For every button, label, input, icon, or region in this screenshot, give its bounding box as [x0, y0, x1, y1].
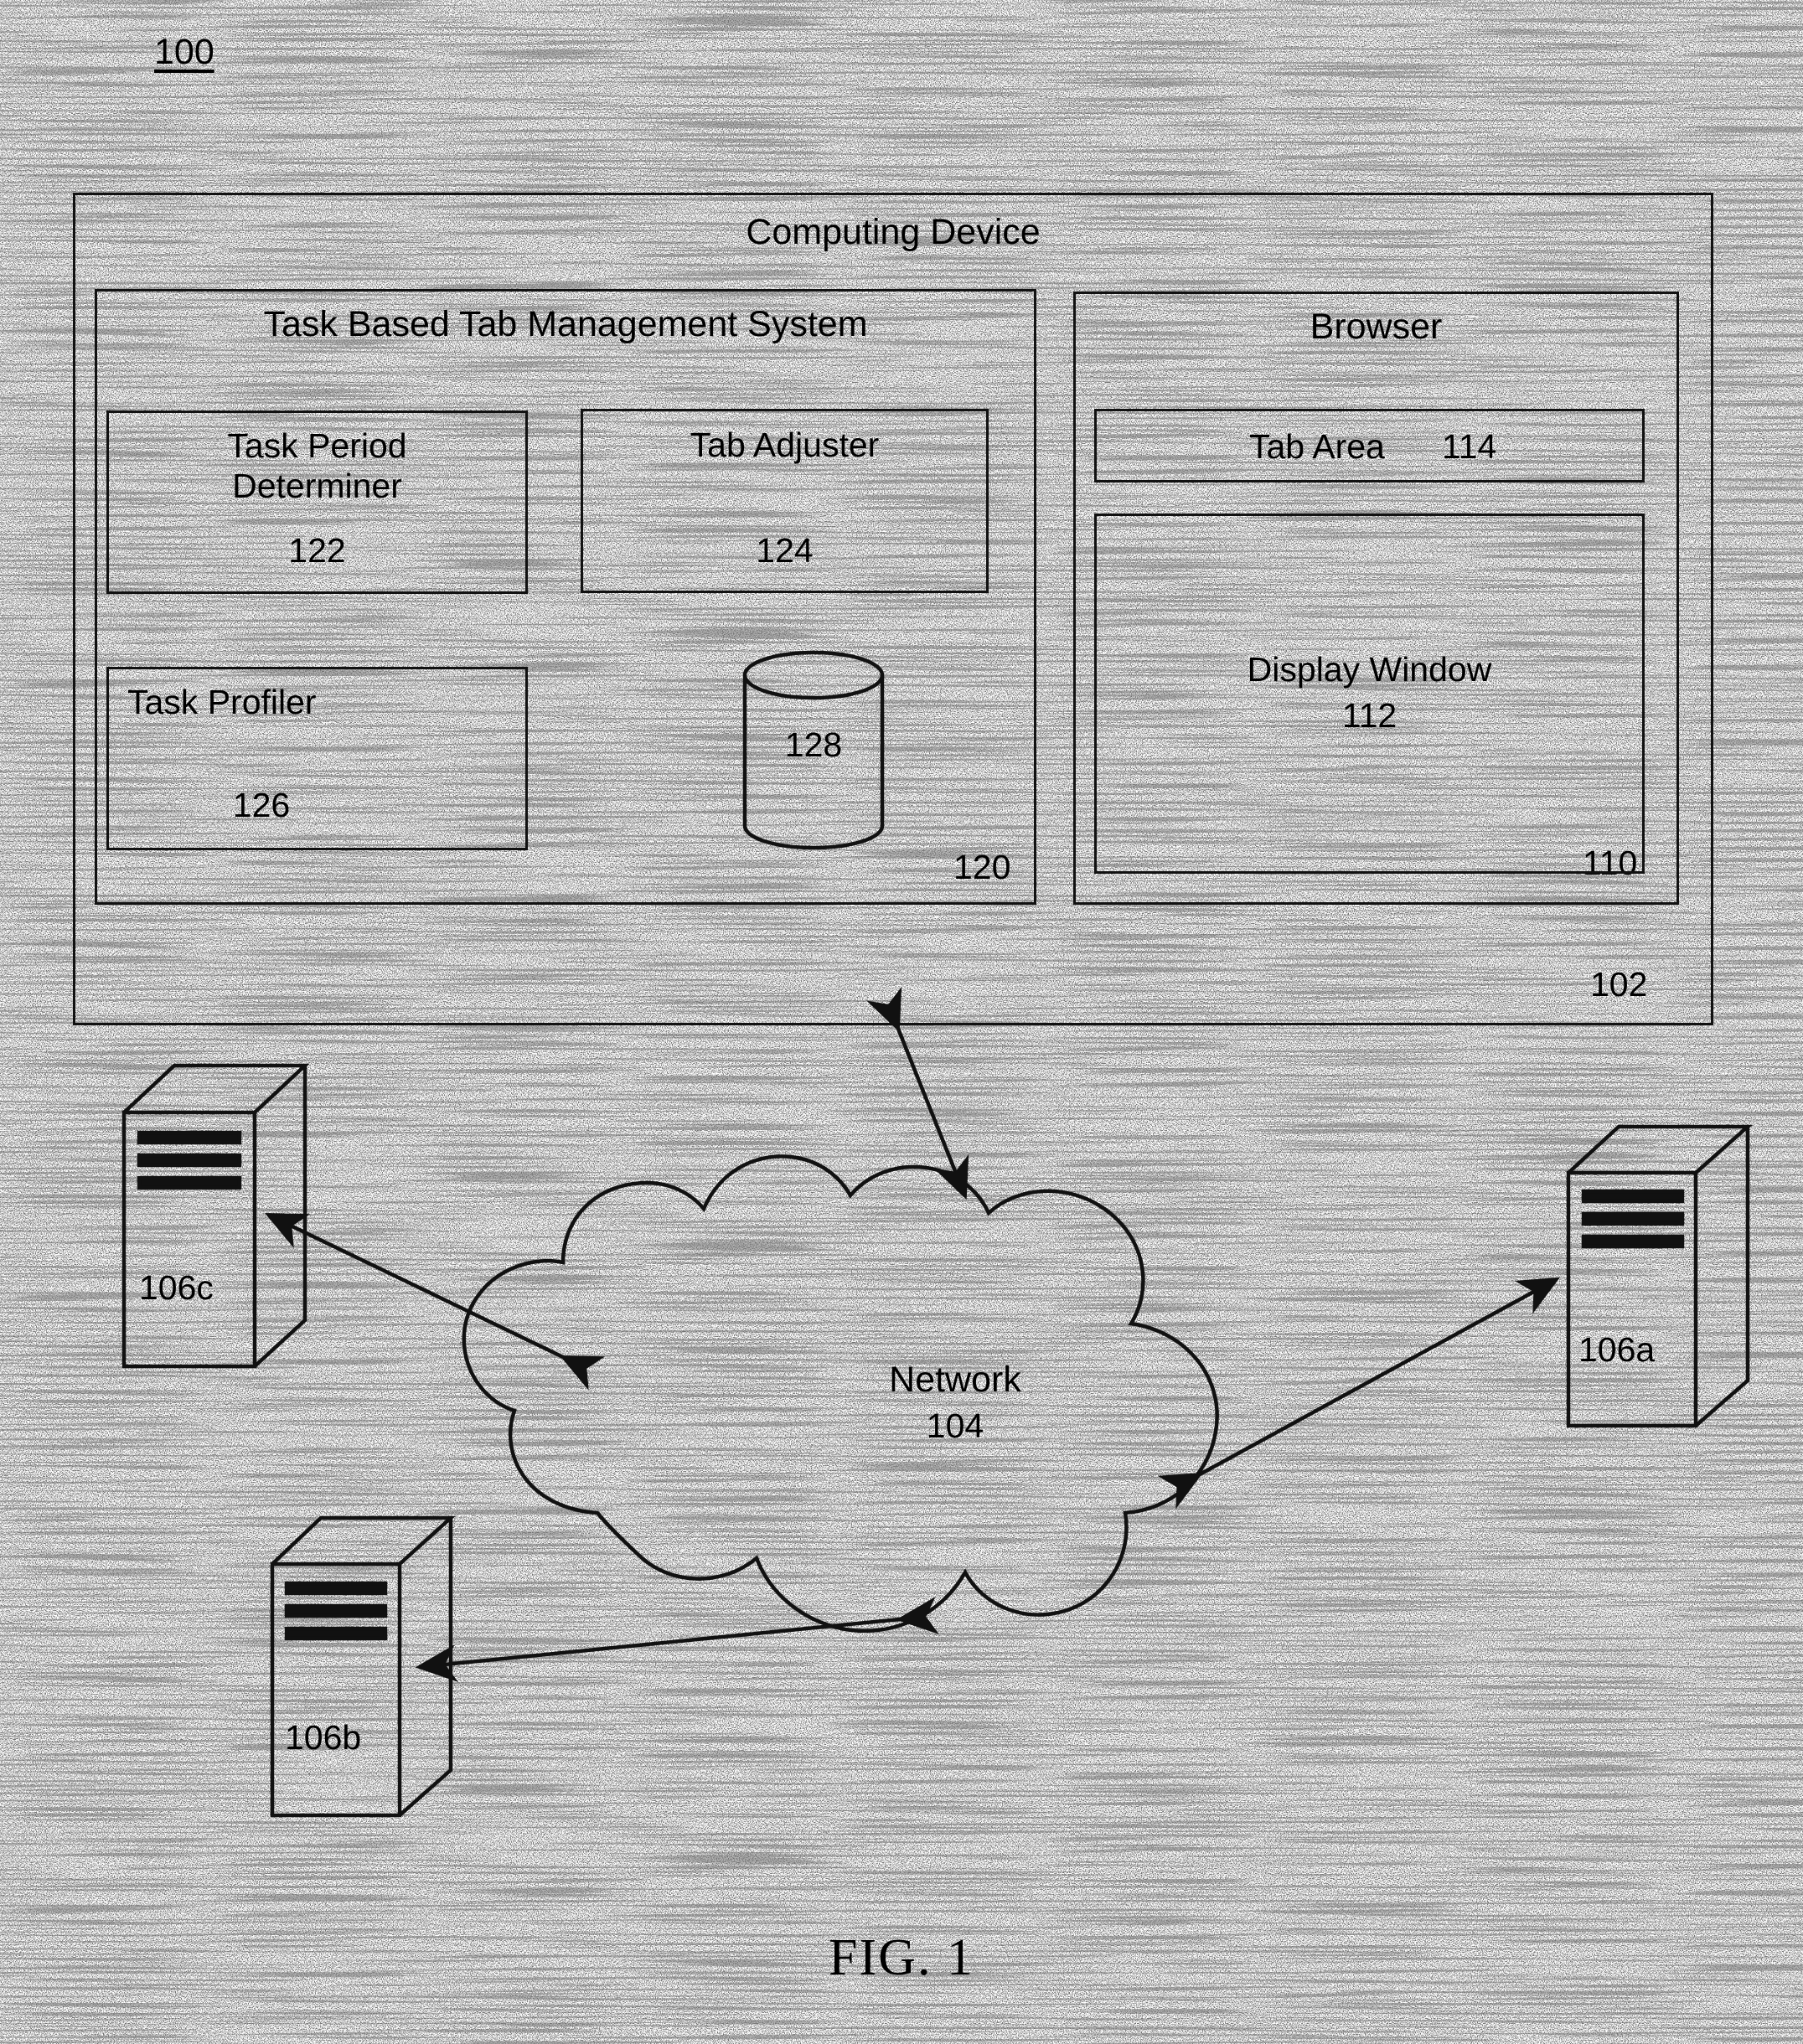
server-106c-ref: 106c [139, 1268, 214, 1307]
network-label: Network [889, 1360, 1021, 1400]
patent-figure-page: 100 Computing Device 102 Task Based Tab … [0, 0, 1803, 2044]
network-topology-graphics [121, 986, 1753, 1818]
server-106b-ref: 106b [285, 1718, 362, 1757]
server-tower-icon-106a [1566, 1124, 1753, 1428]
figure-caption: FIG. 1 [829, 1929, 974, 1986]
server-106a-ref: 106a [1578, 1330, 1656, 1369]
connector-device-network [866, 986, 969, 1200]
server-tower-icon-106c [121, 1063, 310, 1369]
network-ref: 104 [926, 1407, 984, 1445]
connector-network-106a [1157, 1277, 1560, 1510]
connector-network-106c [264, 1212, 606, 1391]
connector-network-106b [415, 1597, 940, 1682]
